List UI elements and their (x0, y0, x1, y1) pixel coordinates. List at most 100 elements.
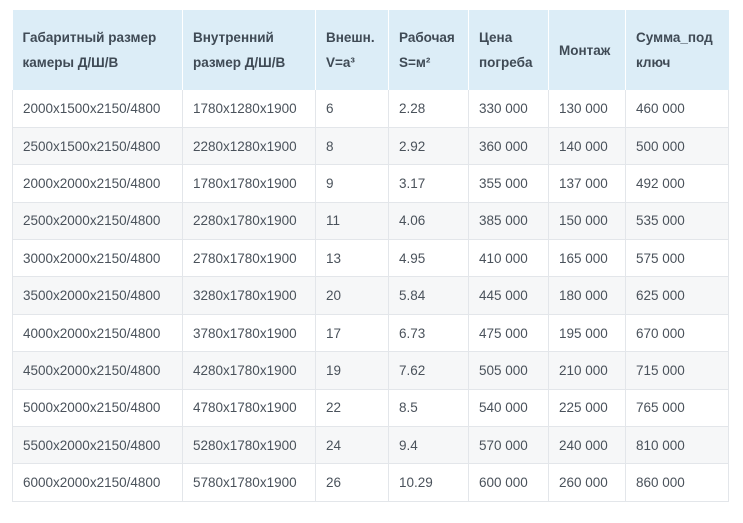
table-row: 2000x1500x2150/4800 1780x1280x1900 6 2.28 33… (12, 90, 729, 128)
cell-outer-size: 2500x2000x2150/4800 (12, 202, 183, 241)
cell-installation: 180 000 (548, 276, 626, 315)
cell-outer-volume: 22 (315, 389, 389, 428)
cell-installation: 225 000 (548, 389, 626, 428)
table-row: 4000x2000x2150/4800 3780x1780x1900 17 6.73 4… (12, 314, 729, 353)
cell-working-area: 8.5 (388, 389, 469, 428)
header-working-area: Рабочая S=м² (388, 10, 469, 90)
cell-installation: 140 000 (548, 127, 626, 166)
cell-installation: 260 000 (548, 463, 626, 502)
cell-working-area: 4.95 (388, 239, 469, 278)
cell-total: 765 000 (625, 389, 729, 428)
cell-inner-size: 5780x1780x1900 (182, 463, 316, 502)
cell-outer-size: 2000x2000x2150/4800 (12, 164, 183, 203)
table-row: 5000x2000x2150/4800 4780x1780x1900 22 8.5 54… (12, 389, 729, 428)
cell-installation: 195 000 (548, 314, 626, 353)
cell-inner-size: 1780x1280x1900 (182, 90, 316, 128)
cell-outer-volume: 19 (315, 351, 389, 390)
cell-installation: 130 000 (548, 90, 626, 128)
cell-price: 540 000 (468, 389, 549, 428)
cell-total: 460 000 (625, 90, 729, 128)
cell-installation: 210 000 (548, 351, 626, 390)
table-row: 3000x2000x2150/4800 2780x1780x1900 13 4.95 4… (12, 239, 729, 278)
price-table: Габаритный размер камеры Д/Ш/В Внутренни… (12, 10, 729, 502)
cell-working-area: 6.73 (388, 314, 469, 353)
cell-outer-volume: 6 (315, 90, 389, 128)
header-inner-size: Внутренний размер Д/Ш/В (182, 10, 316, 90)
cell-outer-volume: 20 (315, 276, 389, 315)
cell-outer-size: 4500x2000x2150/4800 (12, 351, 183, 390)
price-table-container: Габаритный размер камеры Д/Ш/В Внутренни… (12, 10, 729, 502)
cell-outer-size: 6000x2000x2150/4800 (12, 463, 183, 502)
cell-working-area: 7.62 (388, 351, 469, 390)
cell-outer-size: 3500x2000x2150/4800 (12, 276, 183, 315)
cell-total: 575 000 (625, 239, 729, 278)
cell-price: 570 000 (468, 426, 549, 465)
header-installation: Монтаж (548, 10, 626, 90)
header-outer-volume: Внешн. V=a³ (315, 10, 389, 90)
header-total: Сумма_под ключ (625, 10, 729, 90)
cell-outer-volume: 13 (315, 239, 389, 278)
cell-outer-volume: 24 (315, 426, 389, 465)
cell-inner-size: 4780x1780x1900 (182, 389, 316, 428)
cell-outer-volume: 8 (315, 127, 389, 166)
cell-outer-size: 2500x1500x2150/4800 (12, 127, 183, 166)
cell-working-area: 2.92 (388, 127, 469, 166)
cell-total: 625 000 (625, 276, 729, 315)
table-row: 3500x2000x2150/4800 3280x1780x1900 20 5.84 4… (12, 276, 729, 315)
cell-outer-volume: 26 (315, 463, 389, 502)
header-outer-size: Габаритный размер камеры Д/Ш/В (12, 10, 183, 90)
cell-price: 355 000 (468, 164, 549, 203)
cell-working-area: 4.06 (388, 202, 469, 241)
cell-working-area: 9.4 (388, 426, 469, 465)
cell-installation: 137 000 (548, 164, 626, 203)
cell-inner-size: 2280x1780x1900 (182, 202, 316, 241)
cell-total: 535 000 (625, 202, 729, 241)
cell-installation: 240 000 (548, 426, 626, 465)
cell-price: 410 000 (468, 239, 549, 278)
cell-price: 600 000 (468, 463, 549, 502)
header-row: Габаритный размер камеры Д/Ш/В Внутренни… (12, 10, 729, 90)
cell-working-area: 10.29 (388, 463, 469, 502)
cell-outer-volume: 17 (315, 314, 389, 353)
cell-total: 860 000 (625, 463, 729, 502)
table-row: 2500x2000x2150/4800 2280x1780x1900 11 4.06 3… (12, 202, 729, 241)
cell-inner-size: 3280x1780x1900 (182, 276, 316, 315)
table-row: 6000x2000x2150/4800 5780x1780x1900 26 10.29… (12, 463, 729, 502)
cell-inner-size: 2780x1780x1900 (182, 239, 316, 278)
cell-outer-size: 4000x2000x2150/4800 (12, 314, 183, 353)
cell-installation: 165 000 (548, 239, 626, 278)
cell-price: 445 000 (468, 276, 549, 315)
cell-inner-size: 3780x1780x1900 (182, 314, 316, 353)
cell-outer-size: 2000x1500x2150/4800 (12, 90, 183, 128)
table-row: 4500x2000x2150/4800 4280x1780x1900 19 7.62 5… (12, 351, 729, 390)
cell-working-area: 5.84 (388, 276, 469, 315)
cell-outer-size: 5000x2000x2150/4800 (12, 389, 183, 428)
table-body: 2000x1500x2150/4800 1780x1280x1900 6 2.28 33… (12, 90, 729, 502)
table-header: Габаритный размер камеры Д/Ш/В Внутренни… (12, 10, 729, 90)
cell-installation: 150 000 (548, 202, 626, 241)
cell-price: 330 000 (468, 90, 549, 128)
cell-total: 715 000 (625, 351, 729, 390)
cell-price: 475 000 (468, 314, 549, 353)
cell-inner-size: 2280x1280x1900 (182, 127, 316, 166)
cell-working-area: 2.28 (388, 90, 469, 128)
cell-working-area: 3.17 (388, 164, 469, 203)
cell-outer-volume: 11 (315, 202, 389, 241)
cell-total: 670 000 (625, 314, 729, 353)
cell-outer-size: 3000x2000x2150/4800 (12, 239, 183, 278)
cell-inner-size: 4280x1780x1900 (182, 351, 316, 390)
table-row: 2500x1500x2150/4800 2280x1280x1900 8 2.92 36… (12, 127, 729, 166)
table-row: 2000x2000x2150/4800 1780x1780x1900 9 3.17 35… (12, 164, 729, 203)
cell-outer-size: 5500x2000x2150/4800 (12, 426, 183, 465)
cell-price: 505 000 (468, 351, 549, 390)
cell-outer-volume: 9 (315, 164, 389, 203)
cell-total: 500 000 (625, 127, 729, 166)
table-row: 5500x2000x2150/4800 5280x1780x1900 24 9.4 57… (12, 426, 729, 465)
cell-price: 360 000 (468, 127, 549, 166)
cell-inner-size: 1780x1780x1900 (182, 164, 316, 203)
cell-price: 385 000 (468, 202, 549, 241)
cell-inner-size: 5280x1780x1900 (182, 426, 316, 465)
cell-total: 492 000 (625, 164, 729, 203)
cell-total: 810 000 (625, 426, 729, 465)
header-price: Цена погреба (468, 10, 549, 90)
